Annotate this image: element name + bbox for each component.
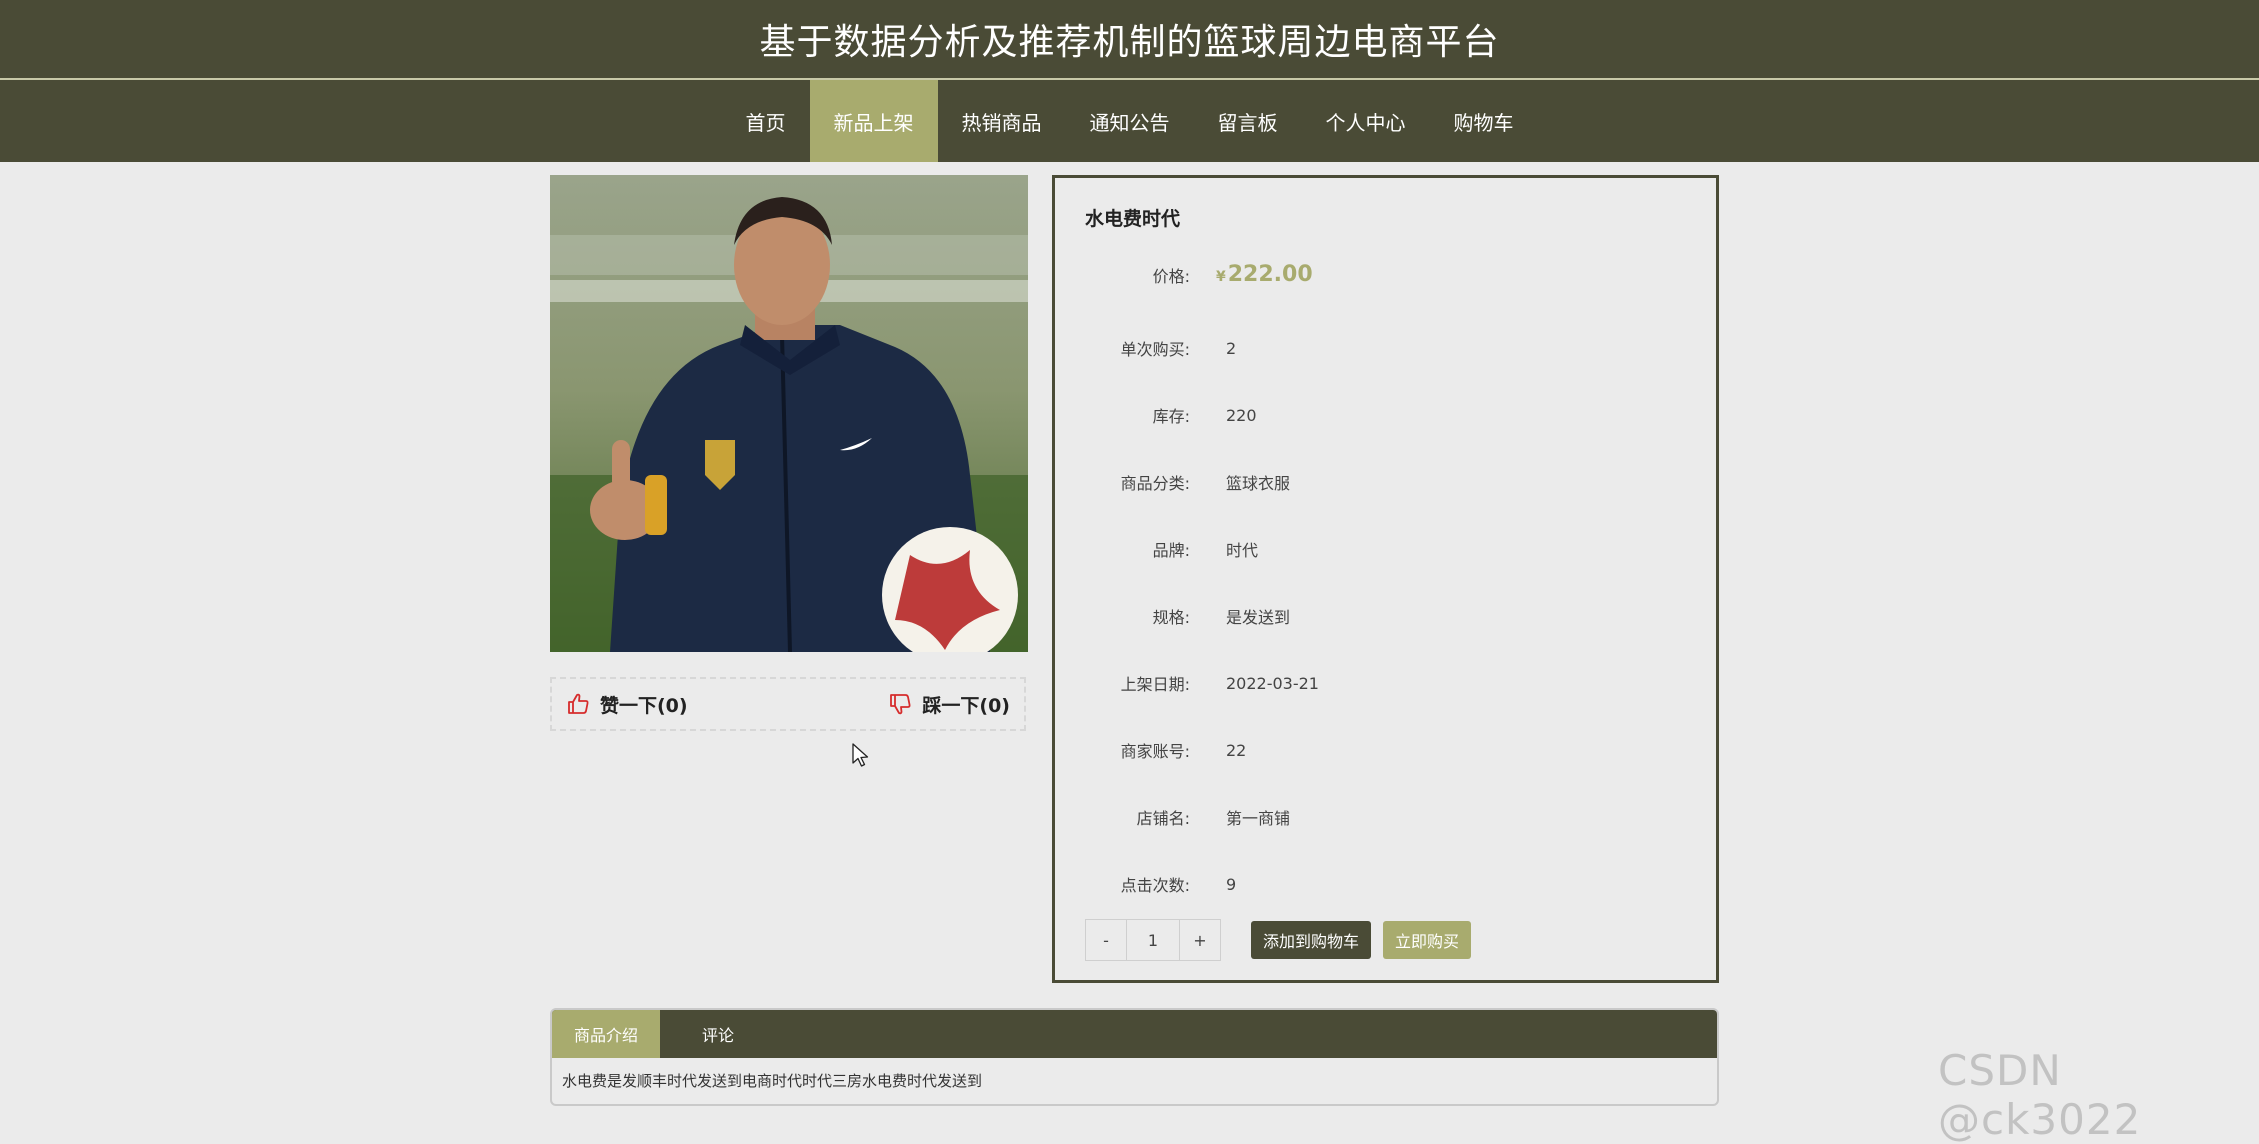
nav-item-home[interactable]: 首页 [722, 80, 810, 162]
field-value: 2022-03-21 [1226, 673, 1319, 693]
tab-comments[interactable]: 评论 [680, 1010, 756, 1058]
quantity-decrease-button[interactable]: - [1086, 920, 1126, 960]
field-row-shop-name: 店铺名: 第一商铺 [1055, 805, 1716, 829]
vote-bar: 赞一下(0) 踩一下(0) [550, 677, 1026, 731]
like-label: 赞一下(0) [600, 694, 688, 717]
field-label: 规格: [1152, 608, 1190, 627]
currency-symbol: ¥ [1216, 269, 1226, 285]
product-photo-illustration [550, 175, 1028, 652]
nav-item-hot-products[interactable]: 热销商品 [938, 80, 1066, 162]
site-title: 基于数据分析及推荐机制的篮球周边电商平台 [759, 22, 1500, 63]
field-row-category: 商品分类: 篮球衣服 [1055, 470, 1716, 494]
field-row-stock: 库存: 220 [1055, 403, 1716, 427]
quantity-stepper: - 1 + [1085, 919, 1221, 961]
nav-item-new-arrivals[interactable]: 新品上架 [809, 80, 938, 162]
thumbs-down-icon [890, 694, 911, 715]
watermark: CSDN @ck3022 [1938, 1046, 2142, 1144]
price-value: ¥222.00 [1216, 262, 1313, 287]
nav-item-notices[interactable]: 通知公告 [1066, 80, 1194, 162]
field-label: 单次购买: [1120, 340, 1190, 359]
field-label: 品牌: [1152, 541, 1190, 560]
dislike-button[interactable]: 踩一下(0) [888, 691, 1010, 718]
field-value: 22 [1226, 740, 1247, 760]
field-label: 点击次数: [1120, 876, 1190, 895]
field-value: 篮球衣服 [1226, 474, 1291, 493]
thumbs-up-icon [568, 693, 589, 714]
field-value: 第一商铺 [1226, 809, 1291, 828]
mouse-cursor-icon [852, 743, 870, 773]
field-row-brand: 品牌: 时代 [1055, 537, 1716, 561]
product-detail-panel: 水电费时代 价格: ¥222.00 单次购买: 2 库存: 220 商品分类: … [1052, 175, 1719, 983]
price-label: 价格: [1152, 266, 1190, 286]
field-label: 店铺名: [1136, 809, 1190, 828]
buy-now-button[interactable]: 立即购买 [1383, 921, 1472, 959]
field-value: 时代 [1226, 541, 1259, 560]
tab-bar: 商品介绍 评论 [552, 1010, 1717, 1058]
quantity-input[interactable]: 1 [1126, 920, 1180, 960]
nav-item-message-board[interactable]: 留言板 [1194, 80, 1302, 162]
like-button[interactable]: 赞一下(0) [566, 691, 688, 718]
field-row-single-purchase: 单次购买: 2 [1055, 336, 1716, 360]
price-amount: 222.00 [1227, 262, 1313, 287]
field-value: 9 [1226, 874, 1237, 894]
price-row: 价格: ¥222.00 [1055, 262, 1716, 287]
field-row-merchant-account: 商家账号: 22 [1055, 738, 1716, 762]
field-value: 220 [1226, 405, 1257, 425]
dislike-label: 踩一下(0) [922, 694, 1010, 717]
site-header: 基于数据分析及推荐机制的篮球周边电商平台 [0, 0, 2259, 80]
nav-item-cart[interactable]: 购物车 [1430, 80, 1538, 162]
field-value: 是发送到 [1226, 608, 1291, 627]
field-label: 上架日期: [1120, 675, 1190, 694]
quantity-increase-button[interactable]: + [1180, 920, 1220, 960]
field-row-list-date: 上架日期: 2022-03-21 [1055, 671, 1716, 695]
nav-item-user-center[interactable]: 个人中心 [1302, 80, 1430, 162]
tab-content-description: 水电费是发顺丰时代发送到电商时代时代三房水电费时代发送到 [562, 1072, 983, 1090]
add-to-cart-button[interactable]: 添加到购物车 [1251, 921, 1372, 959]
field-label: 商家账号: [1120, 742, 1190, 761]
nav-items: 首页 新品上架 热销商品 通知公告 留言板 个人中心 购物车 [722, 80, 1538, 162]
field-row-click-count: 点击次数: 9 [1055, 872, 1716, 896]
field-value: 2 [1226, 338, 1237, 358]
tab-product-intro[interactable]: 商品介绍 [552, 1010, 661, 1058]
field-label: 库存: [1152, 407, 1190, 426]
purchase-actions: - 1 + 添加到购物车 立即购买 [1085, 919, 1472, 961]
product-tabs: 商品介绍 评论 水电费是发顺丰时代发送到电商时代时代三房水电费时代发送到 [550, 1008, 1719, 1106]
field-row-spec: 规格: 是发送到 [1055, 604, 1716, 628]
product-name: 水电费时代 [1085, 208, 1181, 230]
product-image [550, 175, 1028, 652]
field-label: 商品分类: [1120, 474, 1190, 493]
main-nav: 首页 新品上架 热销商品 通知公告 留言板 个人中心 购物车 [0, 80, 2259, 162]
